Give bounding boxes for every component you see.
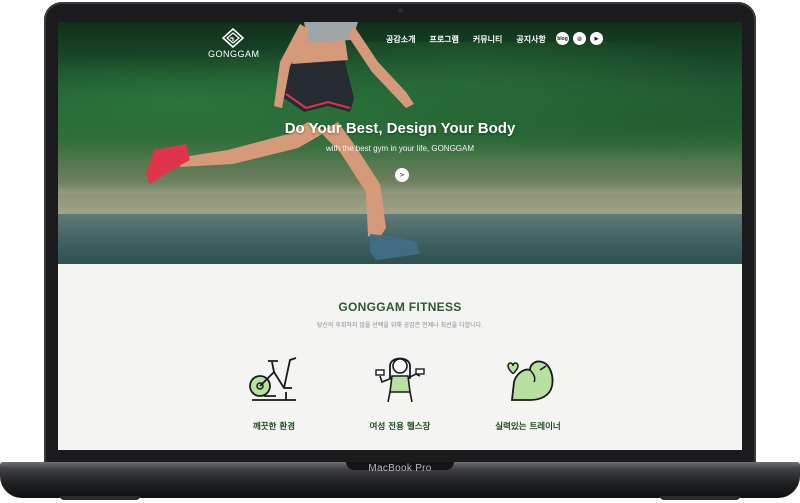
youtube-icon[interactable]: ▶ <box>590 32 603 45</box>
feature-item-trainer: 실력있는 트레이너 <box>468 352 588 432</box>
laptop-foot-right <box>660 496 740 500</box>
woman-dumbbell-icon <box>375 357 425 403</box>
nav-item-community[interactable]: 커뮤니티 <box>473 34 502 45</box>
feature-item-clean: 깨끗한 환경 <box>214 352 334 432</box>
logo-mark-icon <box>221 28 245 48</box>
blog-icon[interactable]: blog <box>556 32 569 45</box>
nav-item-program[interactable]: 프로그램 <box>429 34 458 45</box>
section-title: GONGGAM FITNESS <box>338 300 462 314</box>
hero-next-button[interactable]: > <box>395 168 409 182</box>
camera-icon <box>398 8 403 13</box>
feature-label: 여성 전용 헬스장 <box>369 422 431 432</box>
feature-label: 실력있는 트레이너 <box>495 422 561 432</box>
feature-list: 깨끗한 환경 여성 전용 헬스장 실력있는 트레이너 <box>58 352 742 450</box>
exercise-bike-icon <box>249 357 297 401</box>
main-nav: 공감소개 프로그램 커뮤니티 공지사항 <box>386 34 546 45</box>
nav-item-notice[interactable]: 공지사항 <box>516 34 545 45</box>
flexed-arm-heart-icon <box>507 360 554 401</box>
laptop-foot-left <box>60 496 140 500</box>
device-brand-label: MacBook Pro <box>368 463 432 474</box>
hero-subtitle: with the best gym in your life, GONGGAM <box>325 144 475 153</box>
runner-photo <box>146 22 420 260</box>
social-links: blog ◎ ▶ <box>556 32 603 45</box>
feature-item-women-only: 여성 전용 헬스장 <box>340 352 460 432</box>
hero-title: Do Your Best, Design Your Body <box>284 120 516 137</box>
site-logo[interactable]: GONGGAM <box>208 28 260 59</box>
laptop-screen: GONGGAM 공감소개 프로그램 커뮤니티 공지사항 blog ◎ ▶ Do … <box>58 22 742 450</box>
logo-text: GONGGAM <box>208 49 260 59</box>
feature-label: 깨끗한 환경 <box>252 422 296 432</box>
instagram-icon[interactable]: ◎ <box>573 32 586 45</box>
hero-banner: GONGGAM 공감소개 프로그램 커뮤니티 공지사항 blog ◎ ▶ Do … <box>58 22 742 264</box>
section-description: 당신의 후회하지 않을 선택을 위해 공감은 언제나 최선을 다합니다. <box>316 322 484 329</box>
nav-item-about[interactable]: 공감소개 <box>386 34 415 45</box>
